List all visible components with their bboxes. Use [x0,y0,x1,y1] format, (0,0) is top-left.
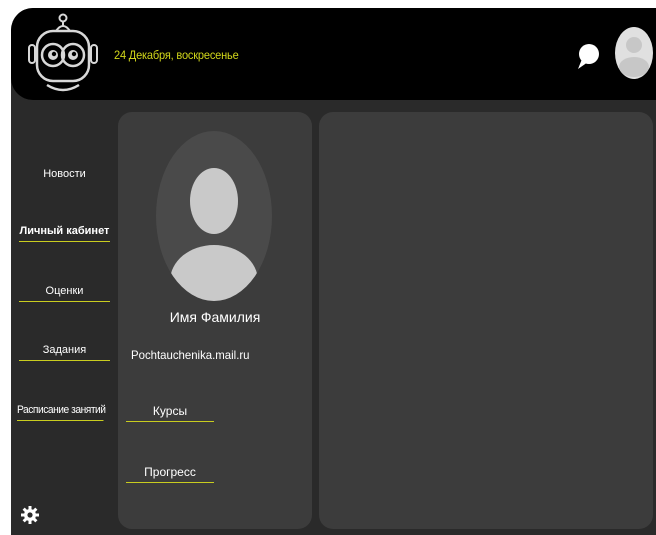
profile-photo [156,131,272,301]
header-bar: 24 Декабря, воскресенье [11,8,656,100]
gear-icon[interactable] [21,506,39,524]
courses-link[interactable]: Курсы [126,404,214,422]
progress-link[interactable]: Прогресс [126,465,214,483]
profile-panel: Имя Фамилия Pochtauchenika.mail.ru Курсы… [118,112,312,529]
sidebar-item-tasks[interactable]: Задания [19,344,110,361]
robot-logo-icon [28,13,98,92]
profile-silhouette-icon [170,168,258,301]
app-window: 24 Декабря, воскресенье Новости Личный к… [11,8,656,535]
sidebar-item-profile[interactable]: Личный кабинет [19,225,110,242]
user-silhouette-icon [619,37,649,77]
profile-email: Pochtauchenika.mail.ru [131,348,250,362]
content-panel [319,112,653,529]
chat-bubble-icon[interactable] [576,43,600,71]
sidebar-item-schedule[interactable]: Расписание занятий [17,404,106,421]
sidebar: Новости Личный кабинет Оценки Задания Ра… [11,111,110,535]
sidebar-item-grades[interactable]: Оценки [19,285,110,302]
current-date: 24 Декабря, воскресенье [114,48,239,62]
sidebar-item-news[interactable]: Новости [19,168,110,184]
profile-name: Имя Фамилия [169,309,261,325]
user-avatar-icon[interactable] [615,27,653,79]
